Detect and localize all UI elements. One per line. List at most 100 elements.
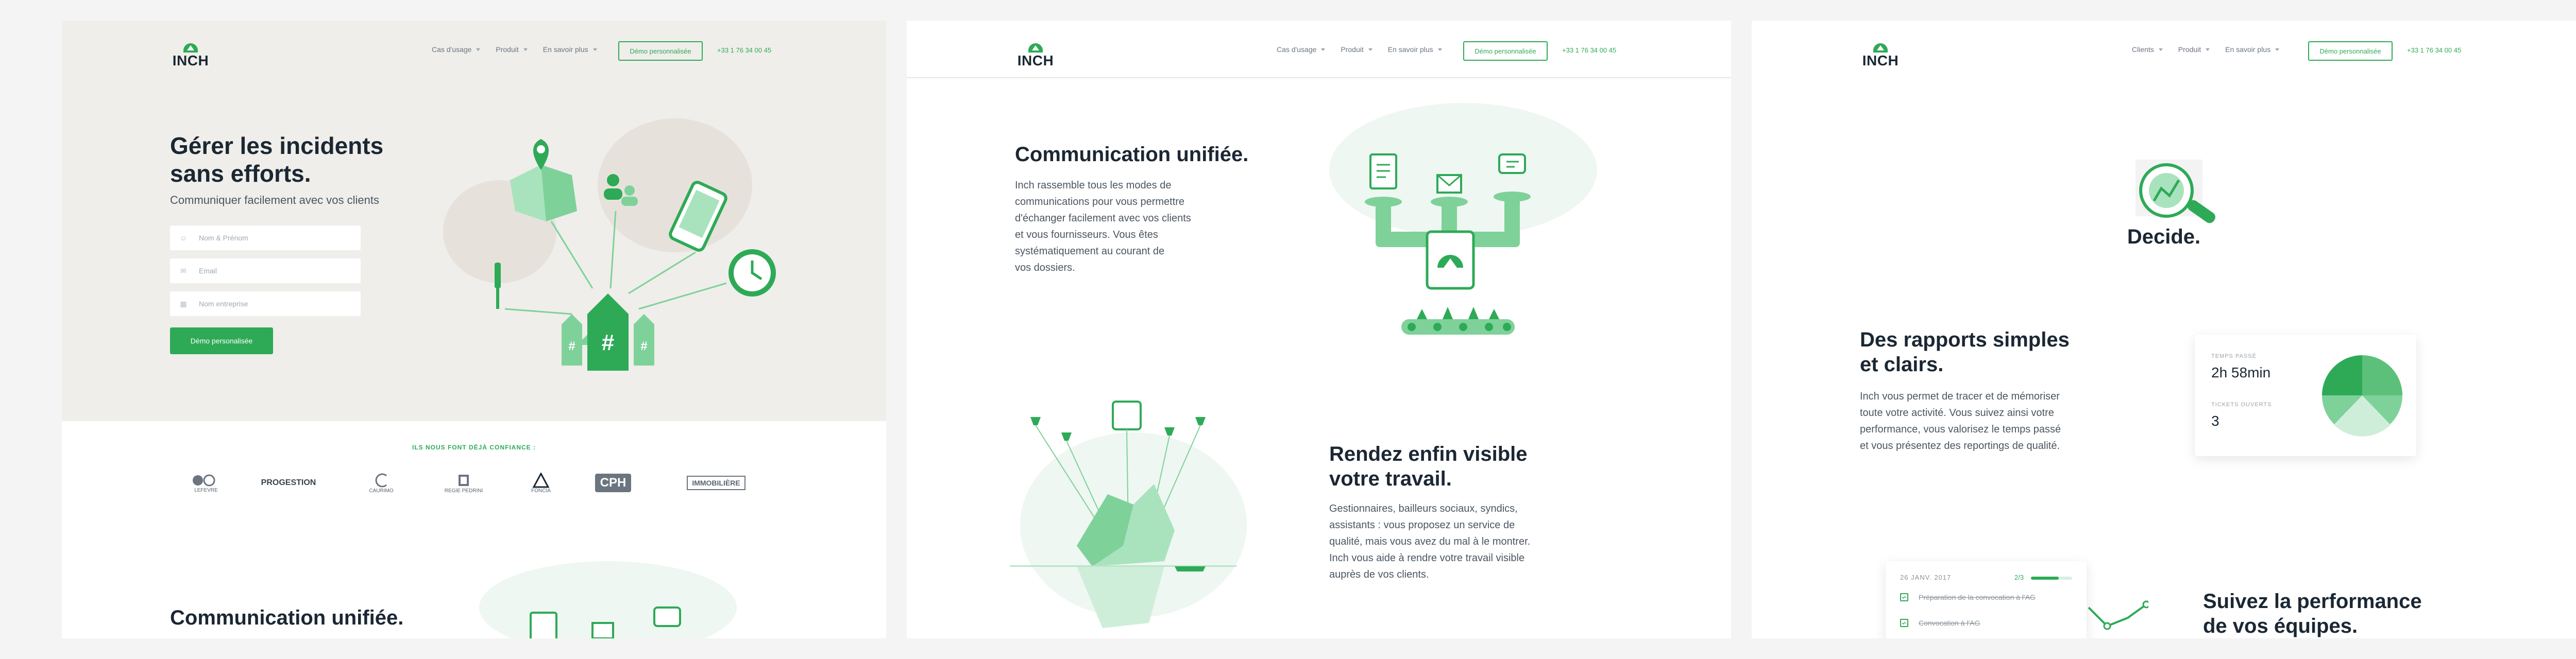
analytics-magnifier-icon (2136, 160, 2215, 223)
inch-logo[interactable]: INCH (1015, 32, 1056, 68)
nav-item-learn-more[interactable]: En savoir plus (2225, 45, 2280, 54)
demo-button[interactable]: Démo personnalisée (2308, 41, 2393, 61)
section-heading-visibility: Rendez enfin visible votre travail. (1329, 443, 1528, 490)
building-icon: ▦ (180, 300, 187, 308)
envelope-icon (1436, 174, 1462, 194)
reports-description: Inch vous permet de tracer et de mémoris… (1860, 391, 2061, 452)
client-logo-regie-pedrini: REGIE PEDRINI (433, 467, 495, 498)
tickets-open-label: TICKETS OUVERTS (2211, 402, 2272, 408)
task-date: 26 JANV. 2017 (1900, 574, 1952, 581)
logo-text: INCH (1862, 53, 1899, 68)
chevron-down-icon (2158, 48, 2163, 51)
chevron-down-icon (1437, 48, 1442, 51)
communication-description: Inch rassemble tous les modes de communi… (1015, 180, 1191, 273)
nav-item-product[interactable]: Produit (2178, 45, 2210, 54)
map-pin-icon (533, 139, 549, 170)
chevron-down-icon (476, 48, 481, 51)
task-progress-bar (2031, 577, 2072, 580)
nav-item-learn-more[interactable]: En savoir plus (1388, 45, 1442, 54)
caurimo-logo-icon (375, 473, 387, 487)
hero-subtitle: Communiquer facilement avec vos clients (170, 194, 379, 206)
logo-text: INCH (1017, 53, 1054, 68)
visibility-description: Gestionnaires, bailleurs sociaux, syndic… (1329, 503, 1531, 580)
trend-line-icon (2088, 600, 2148, 630)
task-item[interactable]: ✓ Préparation de la convocation à l'AG (1900, 593, 2036, 601)
chevron-down-icon (2206, 48, 2210, 51)
hero-title: Gérer les incidents sans efforts. (170, 132, 384, 187)
logo-text: INCH (172, 53, 209, 68)
nav-item-clients[interactable]: Clients (2132, 45, 2163, 54)
nav-item-use-cases[interactable]: Cas d'usage (1277, 45, 1326, 54)
phone-link[interactable]: +33 1 76 34 00 45 (717, 46, 771, 54)
envelope-icon (591, 622, 614, 638)
chevron-down-icon (1321, 48, 1326, 51)
nav-item-product[interactable]: Produit (496, 45, 528, 54)
time-spent-label: TEMPS PASSÉ (2211, 353, 2257, 359)
email-field[interactable]: ✉ Email (170, 258, 361, 283)
inch-logo-icon (1873, 43, 1888, 53)
inch-logo-icon (1028, 43, 1043, 53)
task-progress-count: 2/3 (2014, 574, 2024, 581)
nav-item-use-cases[interactable]: Cas d'usage (432, 45, 481, 54)
communication-panel: INCH Cas d'usage Produit En savoir plus … (907, 21, 1731, 638)
user-icon: ☺ (179, 234, 188, 242)
stats-card: TEMPS PASSÉ 2h 58min TICKETS OUVERTS 3 (2195, 335, 2416, 456)
boat-icon (1175, 566, 1206, 571)
chat-bubble-icon (1498, 153, 1526, 174)
trust-heading: ILS NOUS FONT DÉJÀ CONFIANCE : (412, 444, 536, 451)
conveyor-belt-icon (1401, 307, 1515, 335)
inch-logo[interactable]: INCH (1860, 32, 1901, 68)
inch-logo-icon (183, 43, 198, 53)
demo-button[interactable]: Démo personnalisée (618, 41, 703, 61)
pedrini-logo-icon (459, 474, 469, 486)
visibility-iceberg-illustration (1010, 401, 1247, 628)
pie-chart-icon (2322, 355, 2402, 437)
svg-text:#: # (568, 339, 575, 353)
document-icon (530, 612, 557, 638)
nav-menu: Cas d'usage Produit En savoir plus (432, 45, 613, 54)
company-field[interactable]: ▦ Nom entreprise (170, 291, 361, 316)
submit-demo-button[interactable]: Démo personalisée (170, 327, 273, 354)
screwdriver-icon (495, 263, 501, 309)
section-heading-communication: Communication unifiée. (170, 606, 404, 629)
task-progress-fill (2031, 577, 2059, 580)
top-nav: INCH Cas d'usage Produit En savoir plus … (907, 21, 1731, 78)
top-nav: INCH Clients Produit En savoir plus Démo… (1752, 21, 2576, 77)
nav-item-product[interactable]: Produit (1341, 45, 1372, 54)
hashtag-buildings-icon: # # # (562, 293, 654, 371)
chevron-down-icon (592, 48, 597, 51)
top-nav: INCH Cas d'usage Produit En savoir plus … (62, 21, 886, 77)
nav-menu: Cas d'usage Produit En savoir plus (1277, 45, 1458, 54)
client-logo-cph: CPH (582, 467, 644, 498)
chevron-down-icon (2275, 48, 2280, 51)
foncia-logo-icon (532, 472, 550, 488)
client-logo-caurimo: CAURIMO (350, 467, 412, 498)
nav-item-learn-more[interactable]: En savoir plus (543, 45, 597, 54)
chevron-down-icon (523, 48, 528, 51)
chevron-down-icon (1368, 48, 1372, 51)
section-heading-communication: Communication unifiée. (1015, 143, 1249, 166)
client-logo-foncia: FONCIA (510, 467, 572, 498)
mail-icon: ✉ (180, 267, 187, 275)
svg-text:#: # (640, 339, 647, 353)
name-field[interactable]: ☺ Nom & Prénom (170, 226, 361, 250)
section-heading-reports: Des rapports simples et clairs. (1860, 328, 2070, 376)
nav-menu: Clients Produit En savoir plus (2132, 45, 2295, 54)
checkbox-checked-icon[interactable]: ✓ (1900, 619, 1908, 627)
demo-button[interactable]: Démo personnalisée (1463, 41, 1548, 61)
clock-icon (728, 249, 776, 297)
section-heading-performance: Suivez la performance de vos équipes. (2203, 590, 2422, 637)
client-logo-progestion: PROGESTION (261, 478, 316, 487)
phone-link[interactable]: +33 1 76 34 00 45 (1562, 46, 1616, 54)
communication-illustration-preview (479, 561, 737, 638)
inch-logo[interactable]: INCH (170, 32, 211, 68)
decide-panel: INCH Clients Produit En savoir plus Démo… (1752, 21, 2576, 638)
client-logo-lefevre: LEFEVRE (175, 467, 237, 498)
checkbox-checked-icon[interactable]: ✓ (1900, 593, 1908, 601)
task-item[interactable]: ✓ Convocation à l'AG (1900, 619, 1980, 627)
phone-link[interactable]: +33 1 76 34 00 45 (2407, 46, 2461, 54)
landing-hero-panel: INCH Cas d'usage Produit En savoir plus … (62, 21, 886, 638)
document-icon (1369, 153, 1397, 189)
decide-heading: Decide. (2127, 226, 2201, 248)
task-progress-card: 26 JANV. 2017 2/3 ✓ Préparation de la con… (1886, 561, 2087, 638)
